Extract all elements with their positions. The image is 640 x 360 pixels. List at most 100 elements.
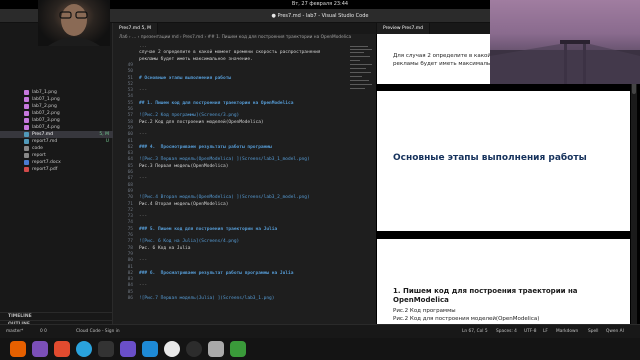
code-editor[interactable]: ... случае 2 определите в какой момент вр…: [113, 42, 376, 324]
editor-tabs: Pres7.md 5, M: [113, 23, 376, 34]
trash-icon[interactable]: [230, 341, 246, 357]
line-number: 85: [127, 289, 133, 295]
code-line[interactable]: ![Рис.7 Первая модель(Julia) ](Screens/l…: [139, 296, 274, 301]
code-line[interactable]: ---: [139, 88, 147, 93]
code-line[interactable]: ...: [139, 44, 147, 49]
file-item[interactable]: lab07_3.png: [0, 117, 113, 124]
obs-icon[interactable]: [186, 341, 202, 357]
file-item[interactable]: lab07_4.png: [0, 124, 113, 131]
line-number: 78: [127, 245, 133, 251]
firefox-icon[interactable]: [10, 341, 26, 357]
terminal-icon[interactable]: [98, 341, 114, 357]
code-line[interactable]: ---: [139, 258, 147, 263]
file-item[interactable]: lab7_2.png: [0, 103, 113, 110]
code-line[interactable]: ### 5. Пишем код для построения траектор…: [139, 227, 277, 232]
ai-status[interactable]: Qwen AI: [606, 325, 624, 338]
telegram-icon[interactable]: [76, 341, 92, 357]
file-name: report7.pdf: [32, 167, 58, 172]
code-line[interactable]: ![Рис. 6 Код на Julia](Screens/4.png): [139, 239, 239, 244]
file-icon: [24, 90, 29, 95]
minimap[interactable]: [348, 42, 374, 102]
indent-setting[interactable]: Spaces: 4: [496, 325, 517, 338]
code-line[interactable]: ### 6. Просматриваем результат работы пр…: [139, 271, 293, 276]
encoding[interactable]: UTF-8: [524, 325, 537, 338]
bridge-scene: [490, 40, 640, 84]
file-item[interactable]: lab07_1.png: [0, 96, 113, 103]
line-number: 52: [127, 81, 133, 87]
tab-pres7[interactable]: Pres7.md 5, M: [113, 23, 159, 34]
files-icon[interactable]: [32, 341, 48, 357]
file-icon: [24, 111, 29, 116]
line-number: 72: [127, 207, 133, 213]
file-name: lab07_2.png: [32, 111, 60, 116]
spell-status[interactable]: Spell: [588, 325, 599, 338]
file-icon: [24, 153, 29, 158]
code-line[interactable]: ---: [139, 214, 147, 219]
code-line[interactable]: ---: [139, 283, 147, 288]
timeline-section[interactable]: TIMELINE: [0, 312, 113, 320]
code-line[interactable]: ![Рис.3 Первая модель(OpenModelica) ](Sc…: [139, 157, 310, 162]
file-name: lab07_1.png: [32, 97, 60, 102]
cloud-code-status[interactable]: Cloud Code - Sign in: [76, 325, 120, 338]
code-line[interactable]: ## 1. Пишем код для построения траектори…: [139, 101, 293, 106]
file-item[interactable]: report7.pdf: [0, 166, 113, 173]
line-number: 73: [127, 214, 133, 220]
line-number: 79: [127, 251, 133, 257]
tab-preview[interactable]: Preview Pres7.md: [377, 23, 430, 34]
code-line[interactable]: ---: [139, 176, 147, 181]
code-line[interactable]: ![Рис.2 Код программы](Screens/3.png): [139, 113, 239, 118]
file-item[interactable]: report: [0, 152, 113, 159]
line-number: 51: [127, 75, 133, 81]
code-line[interactable]: Рис.2 Код для построения моделей(OpenMod…: [139, 120, 264, 125]
code-line[interactable]: рекламы будет иметь максимальное значени…: [139, 57, 253, 62]
line-number: 59: [127, 125, 133, 131]
file-item[interactable]: Pres7.md 5, M: [0, 131, 113, 138]
eol[interactable]: LF: [543, 325, 548, 338]
code-line[interactable]: ### 4. Просмотриваем результаты работы п…: [139, 145, 272, 150]
line-number: 66: [127, 170, 133, 175]
cursor-position[interactable]: Ln 67, Col 5: [462, 325, 488, 338]
file-name: lab07_4.png: [32, 125, 60, 130]
chrome-icon[interactable]: [164, 341, 180, 357]
code-line[interactable]: Рис. 6 Код на Julia: [139, 246, 190, 251]
file-name: lab07_3.png: [32, 118, 60, 123]
line-number: 82: [127, 270, 133, 276]
language-mode[interactable]: Markdown: [556, 325, 578, 338]
file-item[interactable]: report7.md U: [0, 138, 113, 145]
explorer-panel: lab7_1.png lab07_1.png lab7_2.png lab07_2.p…: [0, 23, 113, 327]
code-line[interactable]: ---: [139, 132, 147, 137]
code-line[interactable]: # Основные этапы выполнения работы: [139, 76, 231, 81]
file-icon: [24, 139, 29, 144]
breadcrumb[interactable]: Лаб › … › презентации md › Pres7.md › ##…: [113, 34, 376, 42]
code-line[interactable]: Рис.4 Вторая модель(OpenModelica): [139, 202, 228, 207]
slide-2-heading: Основные этапы выполнения работы: [393, 153, 587, 163]
slide-3-image-alt: Рис.2 Код программы: [393, 308, 456, 314]
calculator-icon[interactable]: [208, 341, 224, 357]
file-item[interactable]: report7.docx: [0, 159, 113, 166]
file-name: lab7_2.png: [32, 104, 57, 109]
appimage-icon[interactable]: [54, 341, 70, 357]
dock: [0, 338, 640, 360]
file-item[interactable]: lab7_1.png: [0, 89, 113, 96]
line-number: 84: [127, 283, 133, 289]
line-number: 71: [127, 201, 133, 207]
problems-indicator[interactable]: 0 0: [40, 325, 47, 338]
line-number: 54: [127, 94, 133, 100]
slide-3-caption: Рис.2 Код для построения моделей(OpenMod…: [393, 316, 540, 322]
code-line[interactable]: ![Рис.4 Вторая модель(OpenModelica) ](Sc…: [139, 195, 310, 200]
file-item[interactable]: code: [0, 145, 113, 152]
file-icon: [24, 132, 29, 137]
code-line[interactable]: Рис.3 Первая модель(OpenModelica): [139, 164, 228, 169]
webcam-overlay: [38, 0, 110, 46]
clock[interactable]: Вт, 27 февраля 23:44: [292, 1, 348, 7]
file-item[interactable]: lab07_2.png: [0, 110, 113, 117]
line-number: 80: [127, 258, 133, 264]
branch-indicator[interactable]: master*: [6, 325, 23, 338]
file-icon: [24, 104, 29, 109]
obsidian-icon[interactable]: [120, 341, 136, 357]
slide-2: Основные этапы выполнения работы: [377, 91, 630, 231]
code-line[interactable]: случае 2 определите в какой момент време…: [139, 50, 321, 55]
line-number: 69: [127, 188, 133, 194]
vscode-icon[interactable]: [142, 341, 158, 357]
slide-3: 1. Пишем код для построения траектории н…: [377, 239, 630, 324]
